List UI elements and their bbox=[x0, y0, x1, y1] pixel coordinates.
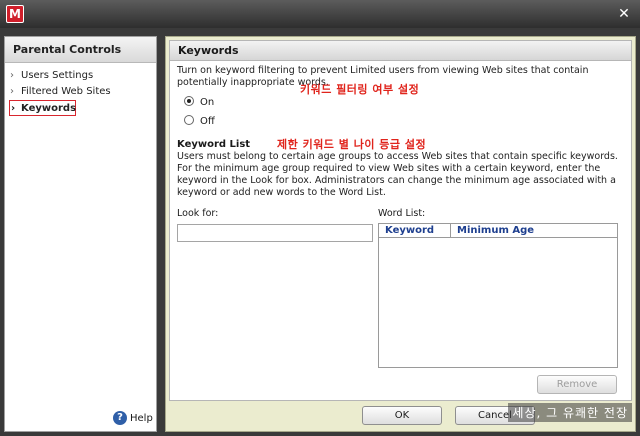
radio-off-label: Off bbox=[200, 116, 215, 127]
radio-off[interactable]: Off bbox=[184, 115, 215, 129]
sidebar-item-users-settings[interactable]: › Users Settings bbox=[5, 68, 156, 84]
radio-off-indicator bbox=[184, 115, 194, 125]
title-bar: M ✕ bbox=[0, 0, 640, 28]
sidebar-item-label: Users Settings bbox=[21, 70, 94, 81]
sidebar-item-label: Keywords bbox=[21, 103, 77, 114]
page-title: Keywords bbox=[169, 40, 632, 61]
sidebar: Parental Controls › Users Settings › Fil… bbox=[4, 36, 157, 432]
sidebar-item-filtered-web-sites[interactable]: › Filtered Web Sites bbox=[5, 84, 156, 100]
app-logo: M bbox=[6, 5, 24, 23]
column-minimum-age[interactable]: Minimum Age bbox=[451, 224, 534, 237]
remove-button[interactable]: Remove bbox=[537, 375, 617, 394]
word-list-header: Keyword Minimum Age bbox=[379, 224, 617, 238]
sidebar-item-keywords[interactable]: › Keywords bbox=[9, 100, 76, 116]
keyword-list-description: Users must belong to certain age groups … bbox=[177, 151, 618, 198]
chevron-right-icon: › bbox=[11, 103, 16, 114]
watermark: 세상, 그 유쾌한 전장 bbox=[508, 403, 632, 422]
radio-on-label: On bbox=[200, 97, 215, 108]
chevron-right-icon: › bbox=[10, 70, 14, 81]
main-panel: Keywords Turn on keyword filtering to pr… bbox=[165, 36, 636, 432]
sidebar-title: Parental Controls bbox=[5, 37, 156, 63]
annotation-filter-setting: 키워드 필터링 여부 설정 bbox=[300, 83, 420, 96]
chevron-right-icon: › bbox=[10, 86, 14, 97]
annotation-age-rating: 제한 키워드 별 나이 등급 설정 bbox=[277, 138, 427, 151]
ok-button[interactable]: OK bbox=[362, 406, 442, 425]
word-list-label: Word List: bbox=[378, 208, 426, 219]
help-icon: ? bbox=[113, 411, 127, 425]
radio-on-indicator bbox=[184, 96, 194, 106]
radio-on[interactable]: On bbox=[184, 96, 214, 110]
word-list-table[interactable]: Keyword Minimum Age bbox=[378, 223, 618, 368]
close-button[interactable]: ✕ bbox=[616, 6, 632, 22]
keywords-content: Turn on keyword filtering to prevent Lim… bbox=[169, 61, 632, 401]
sidebar-item-label: Filtered Web Sites bbox=[21, 86, 111, 97]
help-link[interactable]: ? Help bbox=[113, 411, 153, 427]
keyword-list-title: Keyword List bbox=[177, 139, 251, 150]
look-for-label: Look for: bbox=[177, 208, 219, 219]
column-keyword[interactable]: Keyword bbox=[379, 224, 451, 237]
help-label: Help bbox=[130, 413, 153, 424]
look-for-input[interactable] bbox=[177, 224, 373, 242]
